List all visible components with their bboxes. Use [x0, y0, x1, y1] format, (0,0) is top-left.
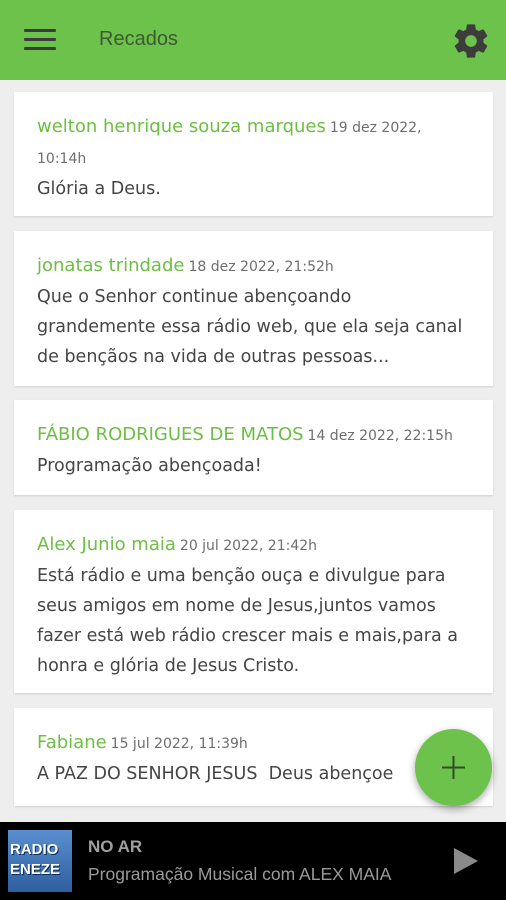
message-author: welton henrique souza marques [37, 116, 326, 137]
message-author: Fabiane [37, 732, 107, 753]
messages-list[interactable]: welton henrique souza marques 19 dez 2022… [0, 80, 506, 822]
station-logo-line2: ENEZE [10, 861, 61, 878]
message-card[interactable]: FÁBIO RODRIGUES DE MATOS 14 dez 2022, 22:… [14, 400, 493, 495]
message-text: Glória a Deus. [37, 179, 161, 199]
message-date: 15 jul 2022, 11:39h [110, 736, 248, 752]
player-bar[interactable] [0, 822, 506, 900]
program-title: Programação Musical com ALEX MAIA [88, 864, 392, 884]
add-message-button[interactable] [415, 729, 492, 806]
on-air-label: NO AR [88, 837, 143, 856]
app-bar: Recados [0, 0, 506, 80]
message-text: Que o Senhor continue abençoando grandem… [37, 287, 463, 367]
gear-icon[interactable] [451, 21, 491, 61]
station-logo-line1: RADIO [10, 841, 59, 858]
play-button[interactable] [452, 846, 480, 880]
plus-icon [442, 756, 465, 779]
play-icon [454, 848, 478, 874]
message-card[interactable]: jonatas trindade 18 dez 2022, 21:52h Que … [14, 231, 493, 386]
message-author: Alex Junio maia [37, 534, 176, 555]
menu-icon[interactable] [24, 29, 56, 51]
message-author: FÁBIO RODRIGUES DE MATOS [37, 424, 304, 445]
message-text: Programação abençoada! [37, 456, 262, 476]
message-card[interactable]: Alex Junio maia 20 jul 2022, 21:42h Está … [14, 510, 493, 693]
message-author: jonatas trindade [37, 255, 185, 276]
message-card[interactable]: welton henrique souza marques 19 dez 2022… [14, 92, 493, 216]
page-title: Recados [99, 28, 178, 50]
station-logo: RADIO ENEZE [8, 830, 72, 892]
message-date: 18 dez 2022, 21:52h [188, 259, 334, 275]
message-date: 14 dez 2022, 22:15h [307, 428, 453, 444]
message-text: A PAZ DO SENHOR JESUS Deus abençoe [37, 764, 394, 784]
message-text: Está rádio e uma benção ouça e divulgue … [37, 566, 458, 676]
message-date: 20 jul 2022, 21:42h [179, 538, 318, 554]
